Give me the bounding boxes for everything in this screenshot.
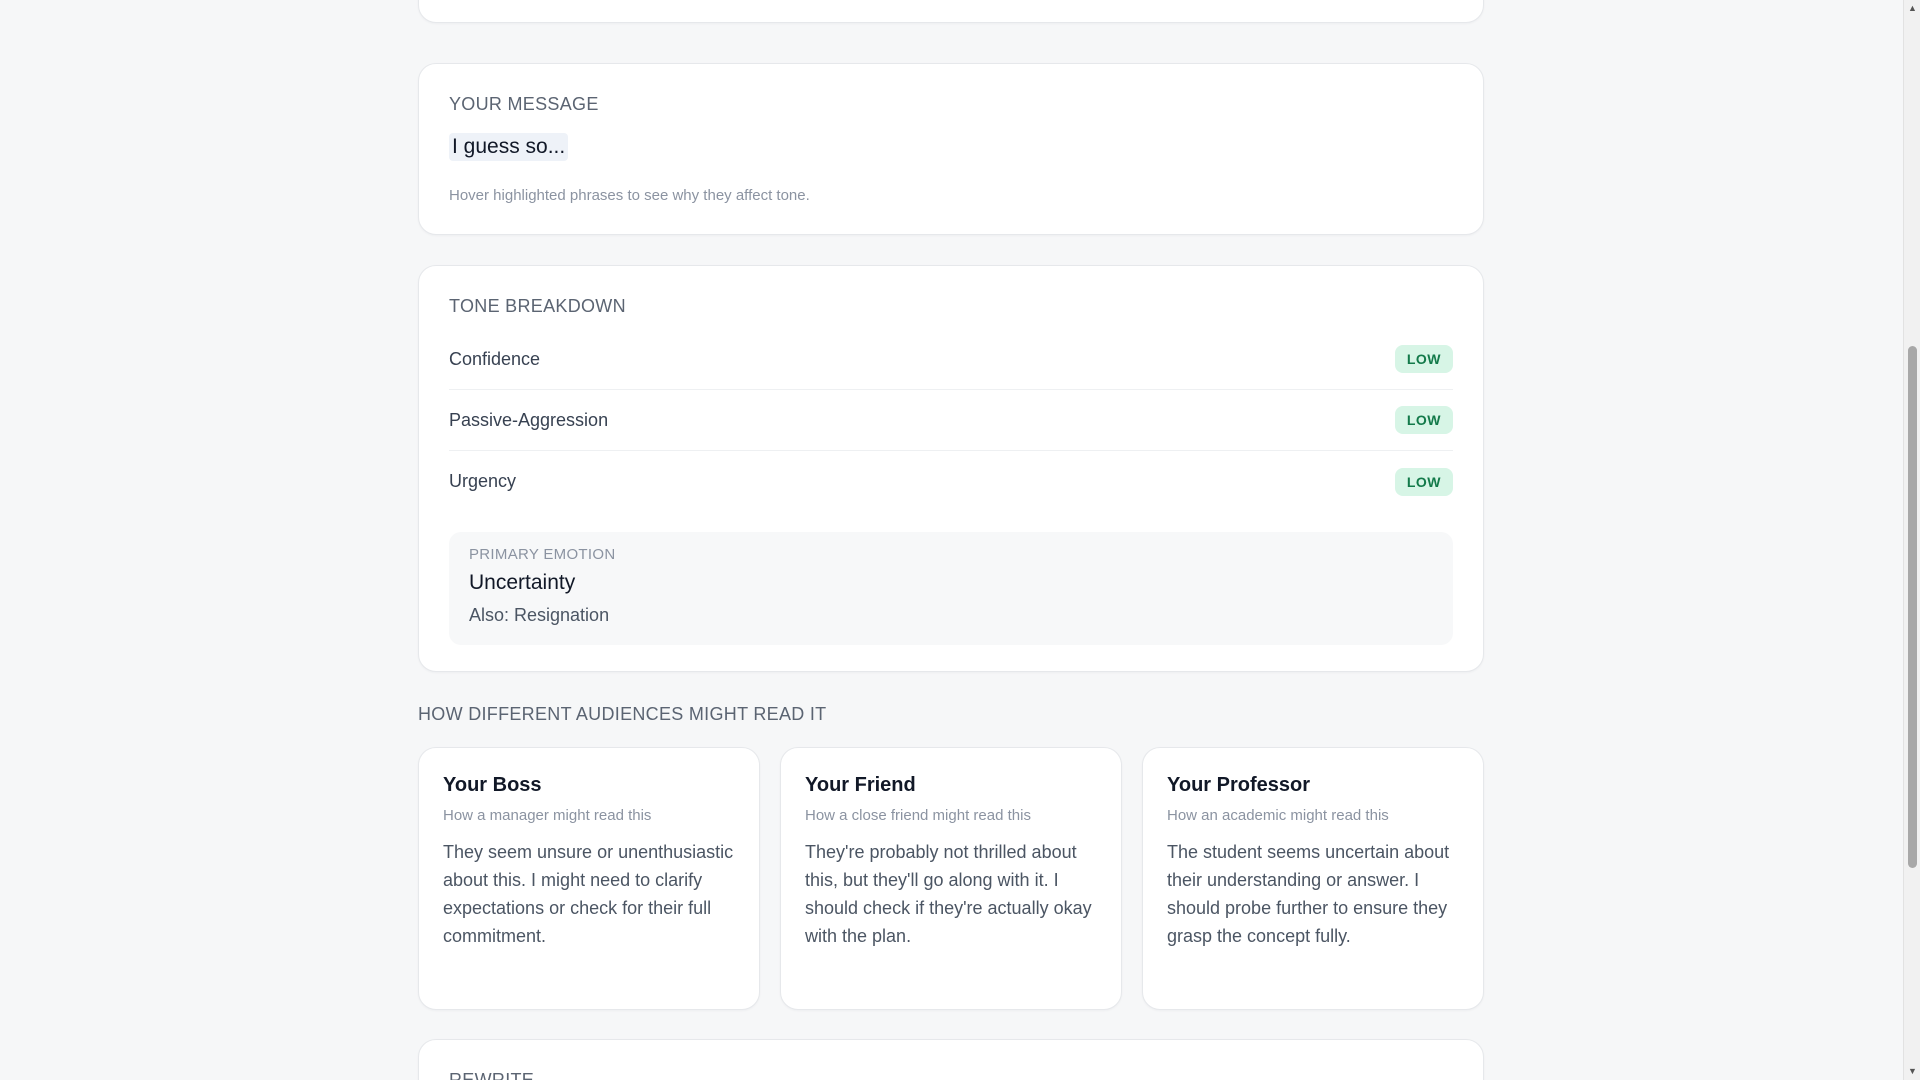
tone-name: Confidence	[449, 348, 541, 369]
secondary-emotion: Also: Resignation	[469, 605, 610, 625]
audience-subtitle: How a close friend might read this	[805, 807, 1031, 824]
scrollbar-thumb[interactable]	[1908, 346, 1917, 868]
audience-subtitle: How an academic might read this	[1167, 807, 1389, 824]
audience-card-professor: Your Professor How an academic might rea…	[1142, 747, 1484, 1010]
audience-card-friend: Your Friend How a close friend might rea…	[780, 747, 1122, 1010]
highlighted-message-phrase[interactable]: I guess so...	[449, 133, 569, 161]
tone-level-badge: LOW	[1394, 345, 1453, 373]
tone-row-urgency: Urgency LOW	[449, 451, 1453, 512]
audiences-heading: HOW DIFFERENT AUDIENCES MIGHT READ IT	[418, 704, 827, 724]
tone-level-badge: LOW	[1394, 406, 1453, 434]
audience-interpretation: They seem unsure or unenthusiastic about…	[443, 842, 734, 946]
audience-card-boss: Your Boss How a manager might read this …	[418, 747, 760, 1010]
hover-hint: Hover highlighted phrases to see why the…	[449, 187, 810, 204]
primary-emotion-value: Uncertainty	[469, 571, 576, 594]
tone-name: Urgency	[449, 471, 517, 491]
rewrite-section-label: REWRITE	[449, 1070, 535, 1080]
tone-row-confidence: Confidence LOW	[449, 329, 1453, 390]
message-card: YOUR MESSAGE I guess so... Hover highlig…	[418, 63, 1484, 235]
primary-emotion-box: PRIMARY EMOTION Uncertainty Also: Resign…	[449, 532, 1453, 645]
rewrite-card: REWRITE	[418, 1039, 1484, 1080]
audience-interpretation: The student seems uncertain about their …	[1167, 842, 1450, 946]
primary-emotion-label: PRIMARY EMOTION	[469, 546, 616, 563]
audience-title: Your Boss	[443, 774, 542, 796]
audience-subtitle: How a manager might read this	[443, 807, 652, 824]
tone-row-passive-aggression: Passive-Aggression LOW	[449, 390, 1453, 451]
scroll-down-icon[interactable]: ▼	[1904, 1063, 1920, 1080]
previous-card	[418, 0, 1484, 23]
scroll-up-icon[interactable]: ▲	[1904, 0, 1920, 17]
tone-breakdown-card: TONE BREAKDOWN Confidence LOW Passive-Ag…	[418, 265, 1484, 672]
tone-section-label: TONE BREAKDOWN	[449, 296, 626, 316]
tone-name: Passive-Aggression	[449, 409, 609, 430]
message-section-label: YOUR MESSAGE	[449, 94, 599, 114]
audience-title: Your Professor	[1167, 774, 1310, 796]
audience-cards: Your Boss How a manager might read this …	[418, 747, 1484, 1010]
audience-interpretation: They're probably not thrilled about this…	[805, 842, 1092, 946]
audience-title: Your Friend	[805, 774, 916, 796]
vertical-scrollbar[interactable]: ▲ ▼	[1903, 0, 1920, 1080]
tone-level-badge: LOW	[1394, 467, 1453, 496]
